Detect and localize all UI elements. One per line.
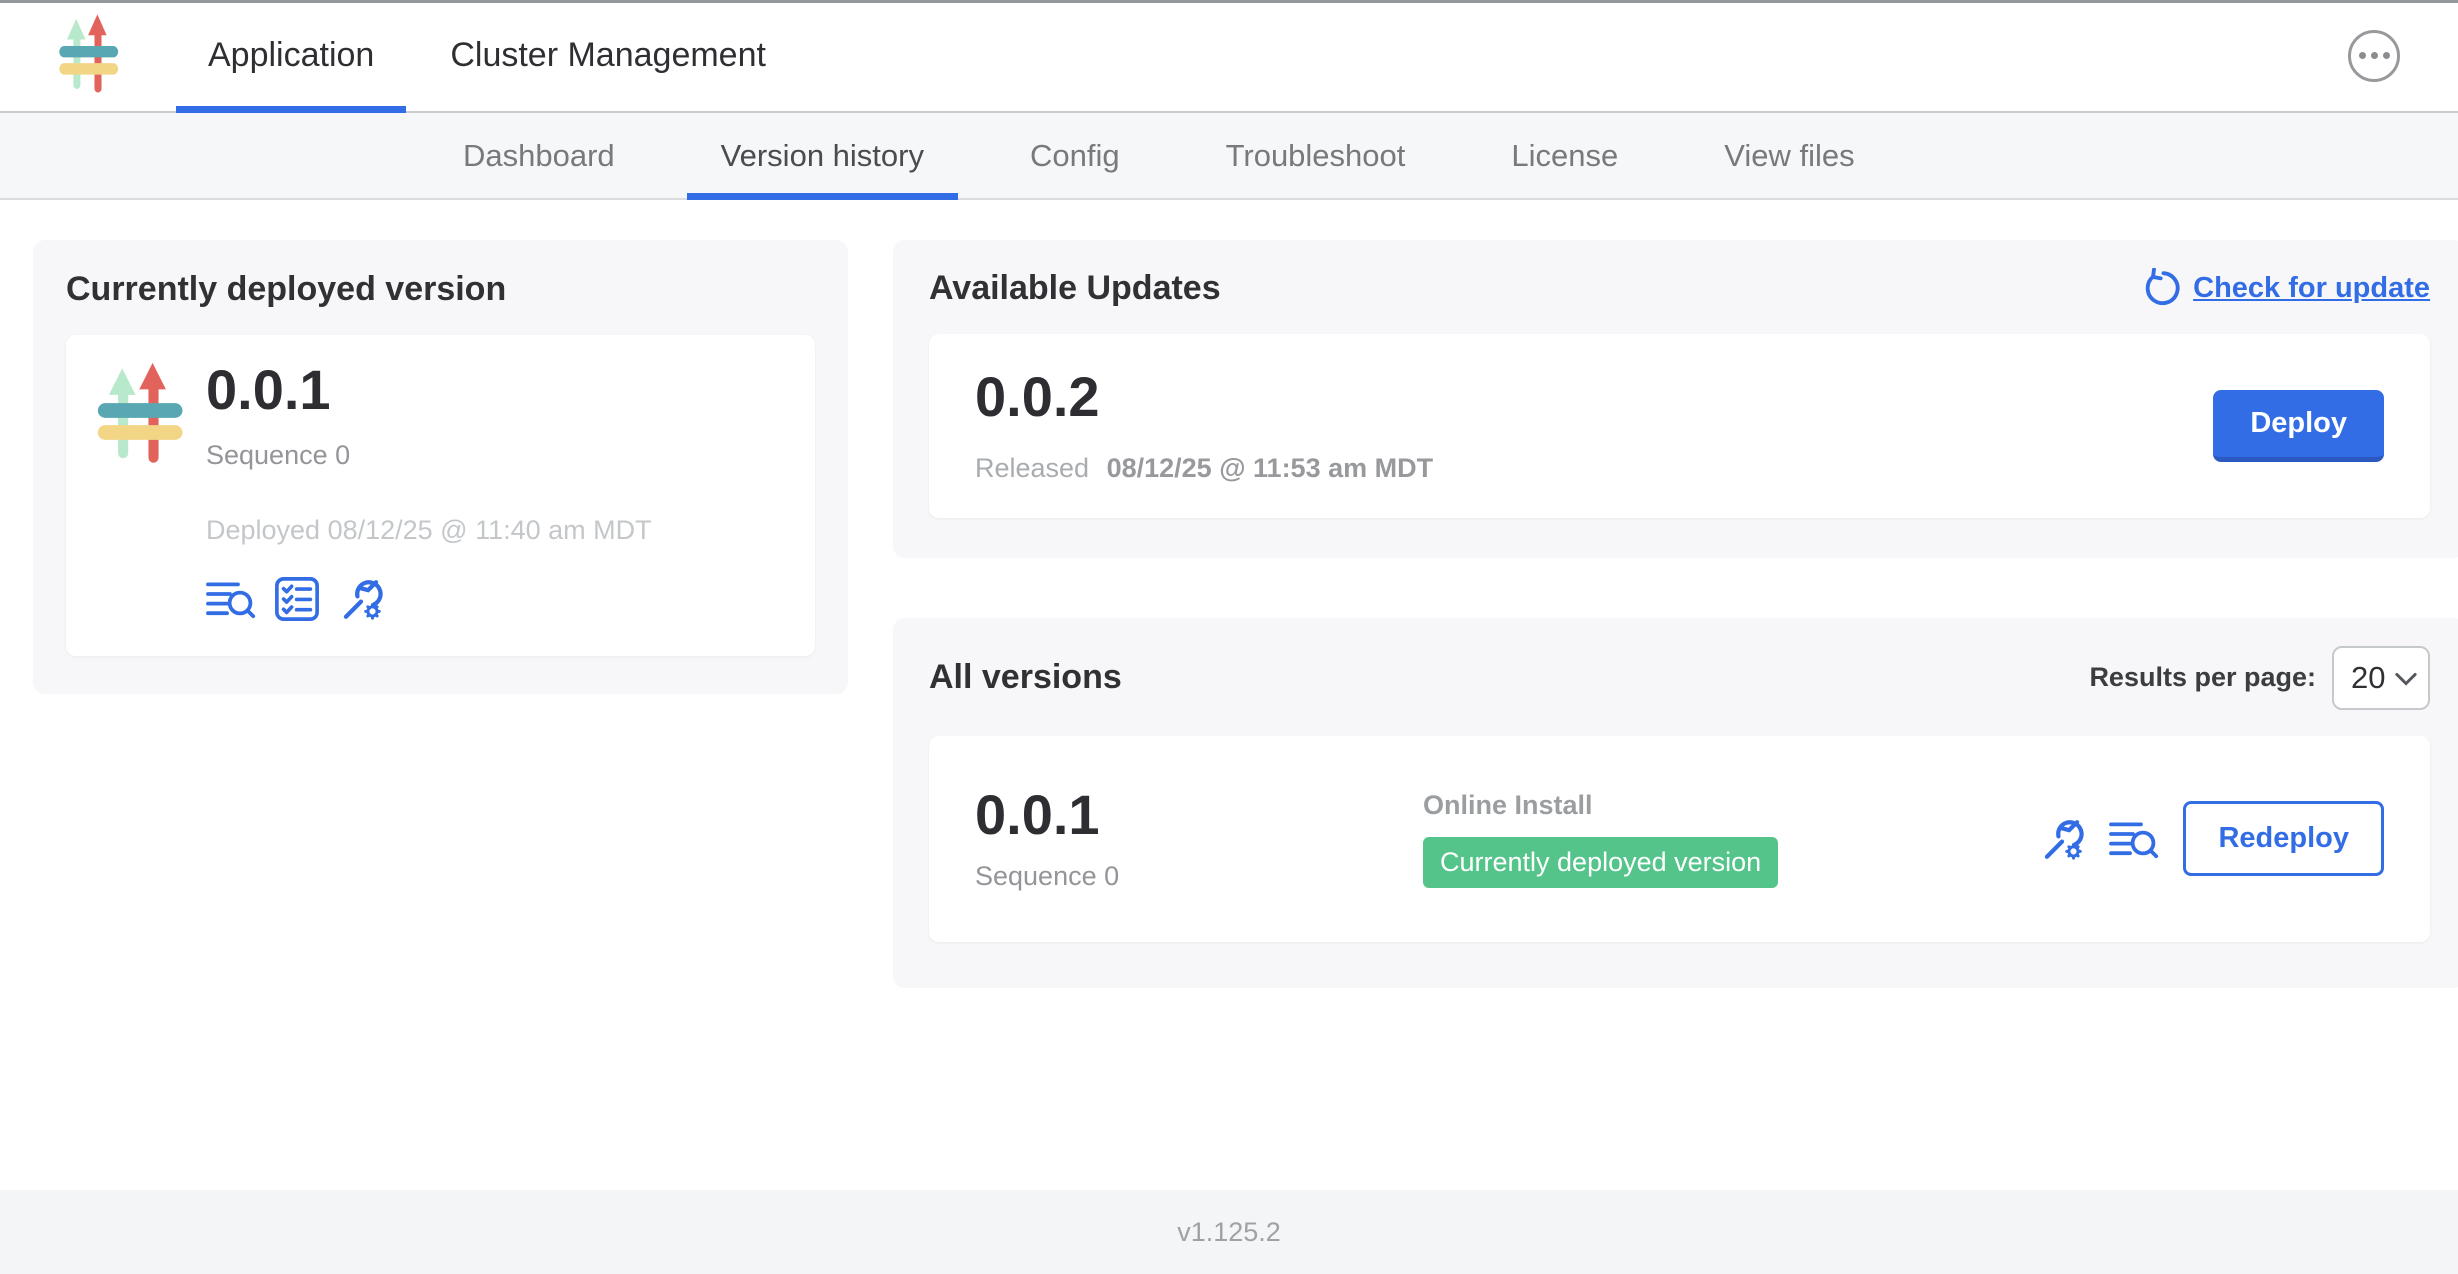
subtab-config-label: Config xyxy=(1030,138,1120,174)
results-per-page: Results per page: 20 xyxy=(2089,646,2430,710)
app-logo-icon xyxy=(96,361,188,622)
ellipsis-menu-icon[interactable] xyxy=(2348,30,2400,82)
header-spacer xyxy=(804,0,2348,111)
currently-deployed-badge: Currently deployed version xyxy=(1423,837,1778,888)
subtab-config[interactable]: Config xyxy=(1014,113,1136,198)
deploy-button[interactable]: Deploy xyxy=(2213,390,2384,462)
results-per-page-select[interactable]: 20 xyxy=(2332,646,2430,710)
subtab-version-history[interactable]: Version history xyxy=(705,113,940,198)
redeploy-button[interactable]: Redeploy xyxy=(2183,801,2384,876)
deployed-sequence: Sequence 0 xyxy=(206,440,652,471)
update-version: 0.0.2 xyxy=(975,368,1433,427)
window-top-edge xyxy=(0,0,2458,3)
app-subnav: Dashboard Version history Config Trouble… xyxy=(0,113,2458,200)
top-navigation: Application Cluster Management xyxy=(170,0,804,111)
config-wrench-icon[interactable] xyxy=(2039,816,2085,862)
deployed-timestamp: Deployed 08/12/25 @ 11:40 am MDT xyxy=(206,515,652,546)
row-version: 0.0.1 xyxy=(975,786,1423,845)
all-versions-title: All versions xyxy=(929,658,1122,697)
tab-cluster-management[interactable]: Cluster Management xyxy=(412,0,804,111)
app-logo xyxy=(58,0,122,111)
console-version: v1.125.2 xyxy=(1177,1217,1281,1248)
check-for-update-label: Check for update xyxy=(2193,272,2430,305)
version-row: 0.0.1 Sequence 0 Online Install Currentl… xyxy=(929,736,2430,942)
subtab-version-history-label: Version history xyxy=(721,138,924,174)
row-sequence: Sequence 0 xyxy=(975,861,1423,892)
currently-deployed-card: 0.0.1 Sequence 0 Deployed 08/12/25 @ 11:… xyxy=(66,335,815,656)
page-footer: v1.125.2 xyxy=(0,1190,2458,1274)
preflight-checklist-icon[interactable] xyxy=(274,576,320,622)
currently-deployed-title: Currently deployed version xyxy=(66,270,815,309)
released-prefix: Released xyxy=(975,453,1089,483)
check-for-update-link[interactable]: Check for update xyxy=(2141,268,2430,308)
released-timestamp: 08/12/25 @ 11:53 am MDT xyxy=(1107,453,1434,483)
subtab-dashboard[interactable]: Dashboard xyxy=(447,113,631,198)
install-type: Online Install xyxy=(1423,790,1778,821)
main-content: Currently deployed version 0.0.1 Sequenc… xyxy=(0,240,2458,988)
config-wrench-icon[interactable] xyxy=(338,576,384,622)
deployed-info: 0.0.1 Sequence 0 Deployed 08/12/25 @ 11:… xyxy=(206,361,652,622)
available-update-row: 0.0.2 Released 08/12/25 @ 11:53 am MDT D… xyxy=(929,334,2430,518)
currently-deployed-panel: Currently deployed version 0.0.1 Sequenc… xyxy=(33,240,848,694)
subtab-view-files[interactable]: View files xyxy=(1708,113,1870,198)
tab-cluster-management-label: Cluster Management xyxy=(450,36,766,75)
results-per-page-label: Results per page: xyxy=(2089,662,2316,693)
log-search-icon[interactable] xyxy=(206,578,256,620)
deployed-action-icons xyxy=(206,576,652,622)
subtab-troubleshoot-label: Troubleshoot xyxy=(1226,138,1406,174)
subtab-troubleshoot[interactable]: Troubleshoot xyxy=(1210,113,1422,198)
deployed-version: 0.0.1 xyxy=(206,361,652,420)
subtab-view-files-label: View files xyxy=(1724,138,1854,174)
available-updates-panel: Available Updates Check for update 0.0.2… xyxy=(893,240,2458,558)
tab-application[interactable]: Application xyxy=(170,0,412,111)
tab-application-label: Application xyxy=(208,36,374,75)
update-released-line: Released 08/12/25 @ 11:53 am MDT xyxy=(975,453,1433,484)
subtab-license[interactable]: License xyxy=(1495,113,1634,198)
subtab-dashboard-label: Dashboard xyxy=(463,138,615,174)
available-updates-title: Available Updates xyxy=(929,269,1221,308)
right-column: Available Updates Check for update 0.0.2… xyxy=(893,240,2458,988)
app-logo-icon xyxy=(58,13,122,99)
all-versions-panel: All versions Results per page: 20 0 xyxy=(893,618,2458,988)
refresh-icon xyxy=(2141,268,2181,308)
app-header: Application Cluster Management xyxy=(0,0,2458,113)
subtab-license-label: License xyxy=(1511,138,1618,174)
log-search-icon[interactable] xyxy=(2109,818,2159,860)
